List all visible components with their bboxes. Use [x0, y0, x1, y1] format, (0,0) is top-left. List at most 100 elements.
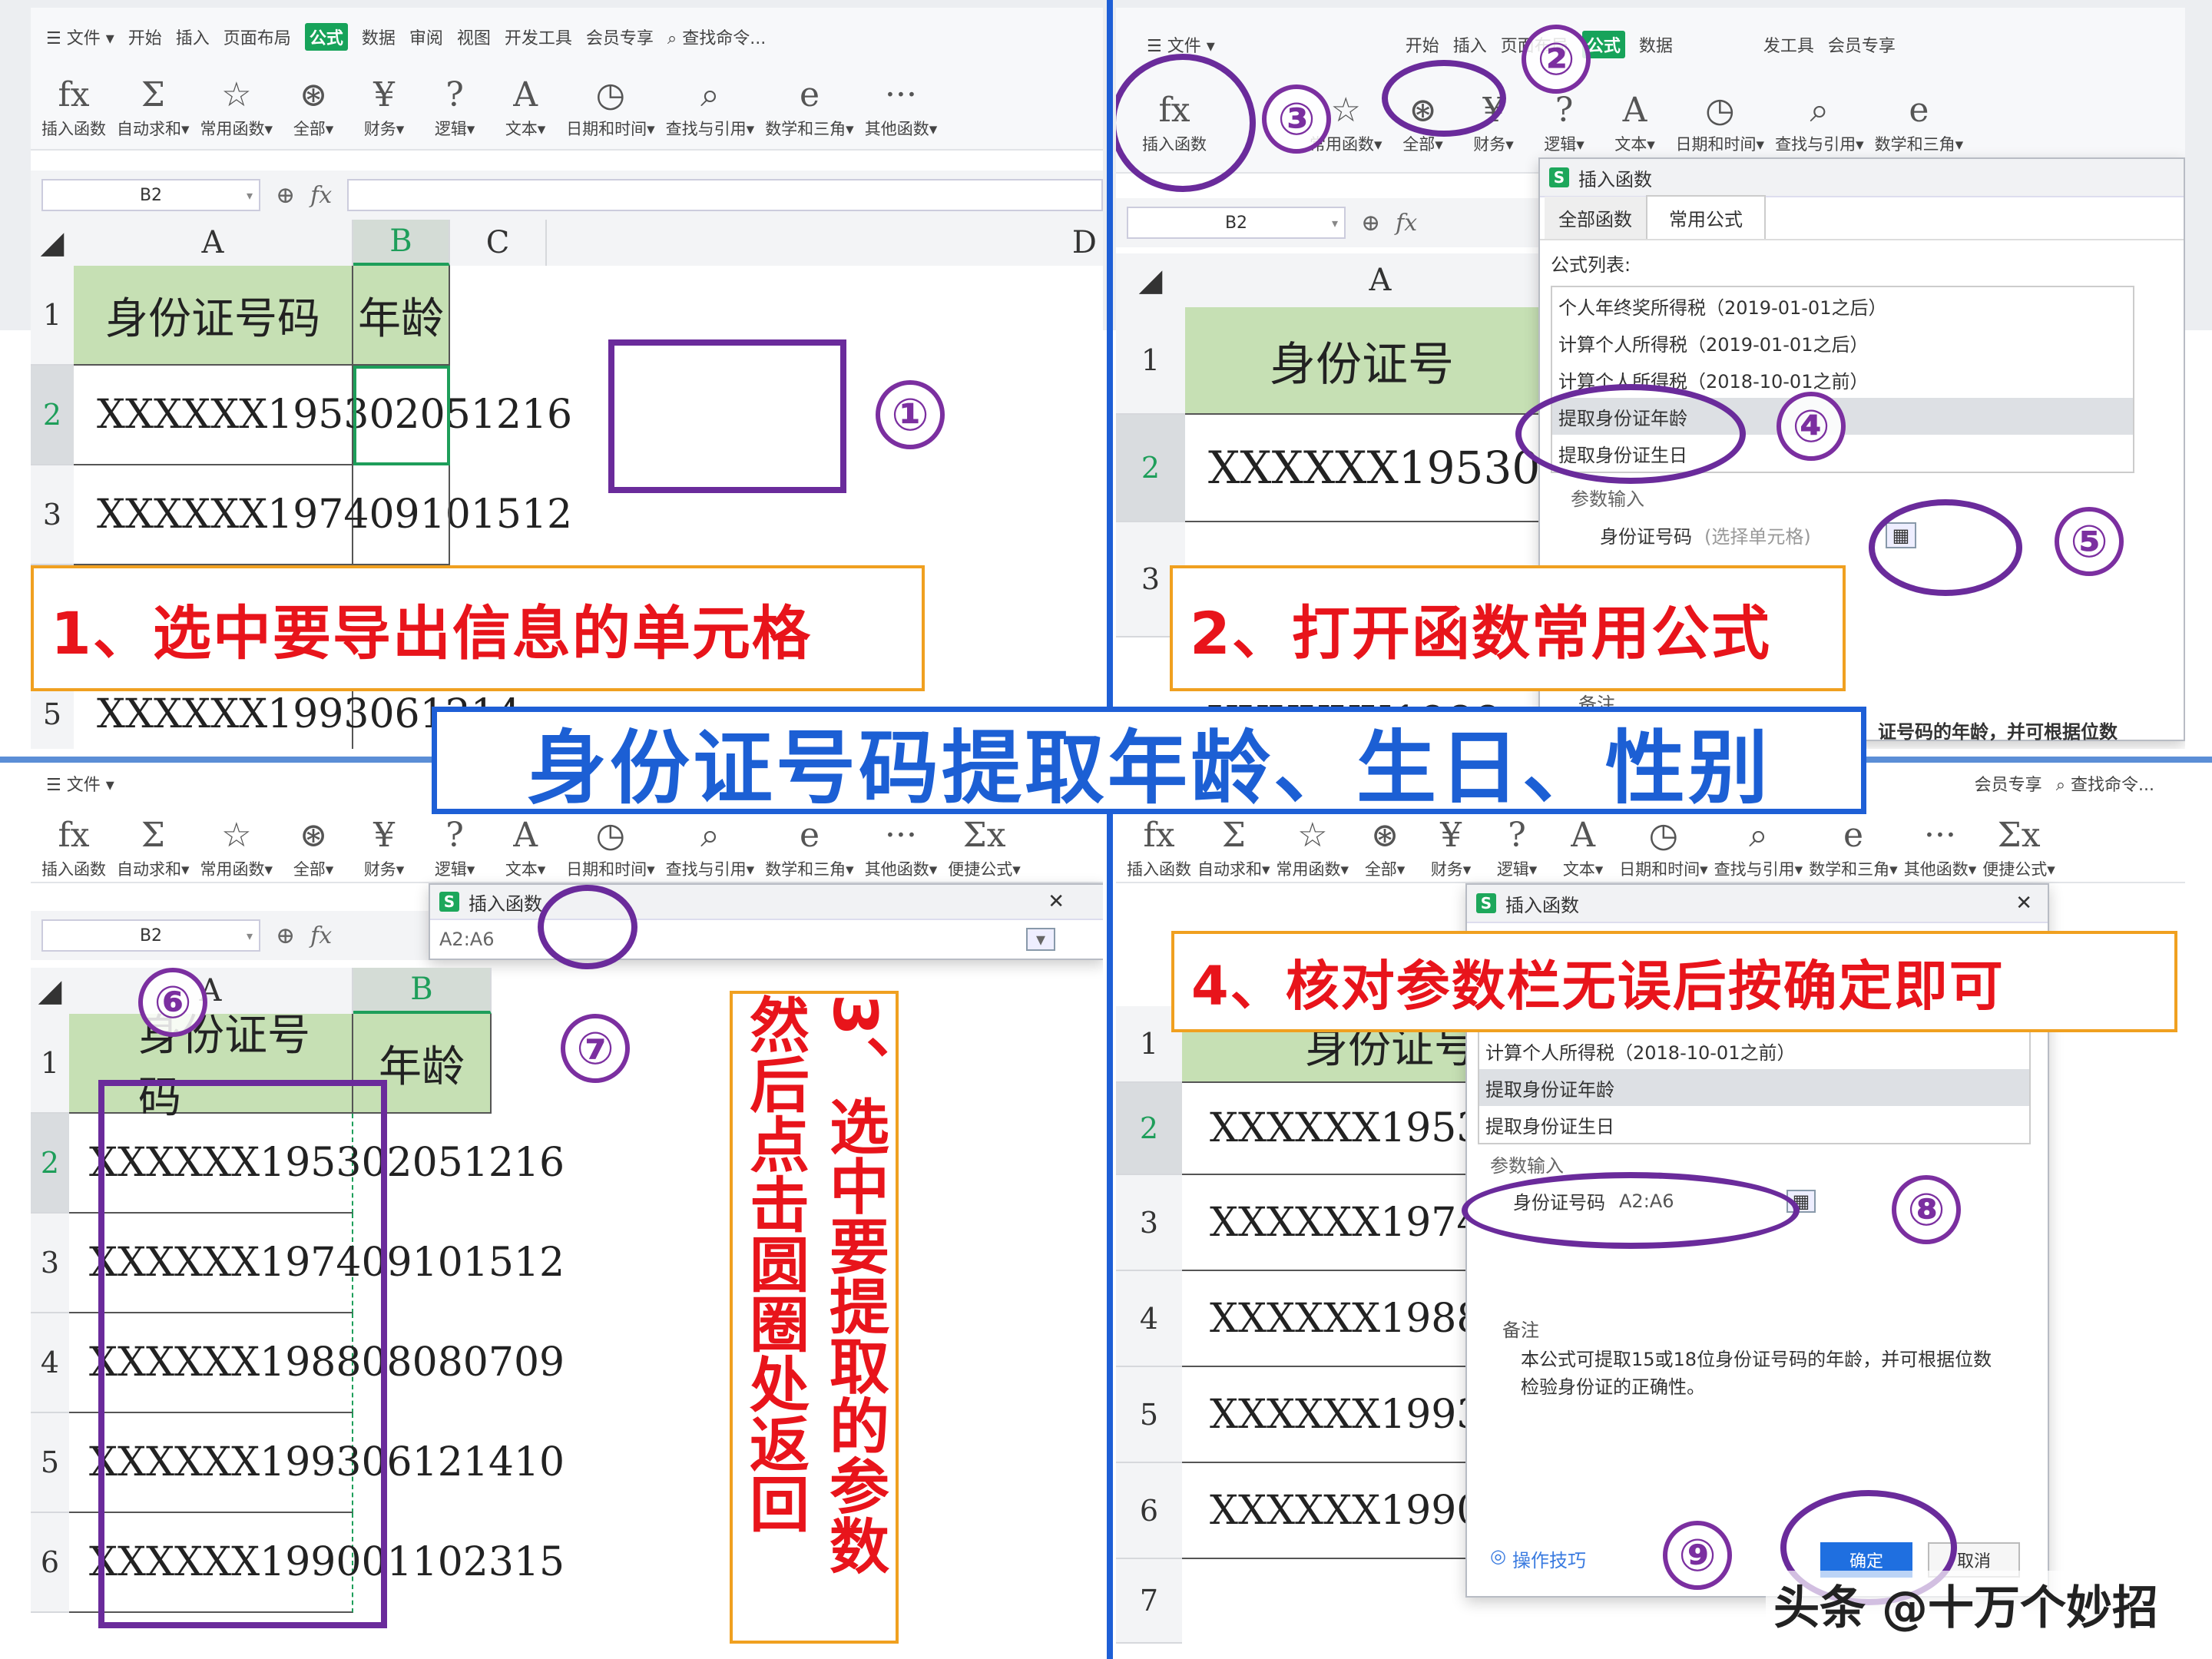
file-menu[interactable]: ☰ 文件 ▾: [46, 771, 114, 796]
common-functions-button[interactable]: ☆ 常用函数▾: [200, 806, 273, 882]
label: 日期和时间▾: [1675, 135, 1765, 154]
tab-all-functions[interactable]: 全部函数: [1545, 197, 1646, 239]
tab-member[interactable]: 会员专享: [586, 25, 654, 49]
corner-cell[interactable]: ◢: [31, 220, 74, 266]
age-cell-b2[interactable]: [353, 366, 450, 465]
math-button[interactable]: e 数学和三角▾: [1809, 806, 1898, 882]
row-header-2[interactable]: 2: [31, 366, 74, 465]
formula-item-birthday[interactable]: 提取身份证生日: [1479, 1106, 2029, 1143]
row-header-4[interactable]: 4: [31, 1313, 69, 1413]
fx-icon[interactable]: fx: [310, 922, 332, 949]
tab-dev[interactable]: 开发工具: [505, 25, 572, 49]
search-command[interactable]: ⌕ 查找命令...: [667, 25, 766, 49]
text-button[interactable]: A 文本▾: [495, 66, 555, 149]
finance-button[interactable]: ¥ 财务▾: [354, 806, 414, 882]
tab-formula[interactable]: 公式: [304, 23, 348, 51]
insert-function-button[interactable]: fx 插入函数: [41, 66, 106, 149]
lookup-button[interactable]: ⌕ 查找与引用▾: [666, 66, 755, 149]
label: 便捷公式▾: [1982, 860, 2055, 879]
age-cell-b3[interactable]: [353, 465, 450, 565]
row-header-3[interactable]: 3: [31, 1214, 69, 1313]
column-header-c[interactable]: C: [450, 220, 547, 266]
step-badge-5: ⑤: [2055, 507, 2124, 576]
tab-review[interactable]: 审阅: [409, 25, 443, 49]
column-header-a[interactable]: A: [74, 220, 353, 266]
math-button[interactable]: e 数学和三角▾: [765, 66, 854, 149]
row-header-6[interactable]: 6: [31, 1513, 69, 1613]
row-header-2[interactable]: 2: [1116, 1083, 1182, 1175]
datetime-button[interactable]: ◷ 日期和时间▾: [566, 66, 655, 149]
return-icon[interactable]: ▾: [1026, 928, 1055, 951]
tab-home[interactable]: 开始: [1406, 32, 1439, 57]
label: 数学和三角▾: [1809, 860, 1898, 879]
formula-item[interactable]: 计算个人所得税（2018-10-01之前）: [1479, 1032, 2029, 1069]
row-header-1[interactable]: 1: [31, 266, 74, 366]
finance-button[interactable]: ¥ 财务▾: [354, 66, 414, 149]
close-icon[interactable]: ✕: [2015, 892, 2032, 915]
param-input[interactable]: (选择单元格): [1704, 522, 1873, 548]
row-header-2[interactable]: 2: [31, 1114, 69, 1214]
tab-member[interactable]: 会员专享: [1828, 32, 1896, 57]
column-header-b[interactable]: B: [353, 220, 450, 266]
formula-item-age[interactable]: 提取身份证年龄: [1479, 1069, 2029, 1106]
id-cell-a2[interactable]: XXXXXX195302051216: [74, 366, 572, 465]
formula-input[interactable]: [347, 179, 1103, 211]
row-header-1[interactable]: 1: [31, 1014, 69, 1114]
all-functions-button[interactable]: ⊛ 全部▾: [283, 806, 343, 882]
row-header-6[interactable]: 6: [1116, 1463, 1182, 1559]
logic-button[interactable]: ? 逻辑▾: [425, 66, 485, 149]
fx-icon[interactable]: fx: [1396, 210, 1417, 237]
file-menu[interactable]: ☰ 文件 ▾: [46, 25, 114, 49]
column-header-a[interactable]: A: [1185, 253, 1577, 307]
formula-item[interactable]: 计算个人所得税（2019-01-01之后）: [1552, 324, 2133, 361]
row-header-4[interactable]: 4: [1116, 1271, 1182, 1367]
common-functions-button[interactable]: ☆ 常用函数▾: [200, 66, 273, 149]
header-id-cell[interactable]: 身份证号: [1185, 307, 1577, 415]
tab-data[interactable]: 数据: [1639, 32, 1673, 57]
row-header-5[interactable]: 5: [1116, 1367, 1182, 1463]
tab-home[interactable]: 开始: [128, 25, 162, 49]
row-header-3[interactable]: 3: [31, 465, 74, 565]
tab-insert[interactable]: 插入: [176, 25, 210, 49]
tab-dev[interactable]: 发工具: [1763, 32, 1814, 57]
tab-member[interactable]: 会员专享: [1975, 771, 2042, 796]
name-box[interactable]: B2: [41, 919, 260, 952]
row-header-5[interactable]: 5: [31, 1413, 69, 1513]
math-icon: e: [1909, 91, 1929, 130]
tab-common-formulas[interactable]: 常用公式: [1646, 195, 1766, 239]
name-box[interactable]: B2: [1127, 207, 1346, 239]
logic-button[interactable]: ? 逻辑▾: [425, 806, 485, 882]
quick-formula-button[interactable]: Σx 便捷公式▾: [1982, 806, 2055, 882]
column-header-d[interactable]: D: [547, 220, 1103, 266]
row-header-3[interactable]: 3: [1116, 1175, 1182, 1271]
all-functions-button[interactable]: ⊛ 全部▾: [283, 66, 343, 149]
tab-insert[interactable]: 插入: [1453, 32, 1487, 57]
tips-link[interactable]: ◎ 操作技巧: [1490, 1545, 1586, 1572]
search-command[interactable]: ⌕ 查找命令...: [2056, 771, 2154, 796]
tab-view[interactable]: 视图: [457, 25, 491, 49]
row-header-7[interactable]: 7: [1116, 1559, 1182, 1644]
tab-data[interactable]: 数据: [362, 25, 396, 49]
header-age-cell[interactable]: 年龄: [353, 266, 450, 366]
dialog-titlebar: S 插入函数 ✕: [1467, 885, 2048, 923]
math-icon: e: [1843, 816, 1863, 855]
label: 查找与引用▾: [665, 120, 755, 138]
corner-cell[interactable]: ◢: [31, 968, 69, 1014]
other-functions-button[interactable]: ··· 其他函数▾: [1904, 806, 1977, 882]
range-input[interactable]: A2:A6: [439, 929, 494, 950]
tab-layout[interactable]: 页面布局: [224, 25, 291, 49]
corner-cell[interactable]: ◢: [1116, 253, 1185, 307]
column-header-b[interactable]: B: [353, 968, 492, 1014]
fx-icon[interactable]: fx: [310, 182, 332, 209]
other-functions-button[interactable]: ··· 其他函数▾: [865, 66, 938, 149]
header-id-cell[interactable]: 身份证号码: [74, 266, 353, 366]
autosum-button[interactable]: Σ 自动求和▾: [117, 806, 190, 882]
autosum-button[interactable]: Σ 自动求和▾: [117, 66, 190, 149]
insert-function-button[interactable]: fx 插入函数: [41, 806, 106, 882]
row-header-2[interactable]: 2: [1116, 415, 1185, 522]
formula-item[interactable]: 个人年终奖所得税（2019-01-01之后）: [1552, 287, 2133, 324]
row-header-1[interactable]: 1: [1116, 307, 1185, 415]
id-cell-a3[interactable]: XXXXXX197409101512: [74, 465, 572, 565]
name-box[interactable]: B2: [41, 179, 260, 211]
close-icon[interactable]: ✕: [1048, 890, 1065, 913]
